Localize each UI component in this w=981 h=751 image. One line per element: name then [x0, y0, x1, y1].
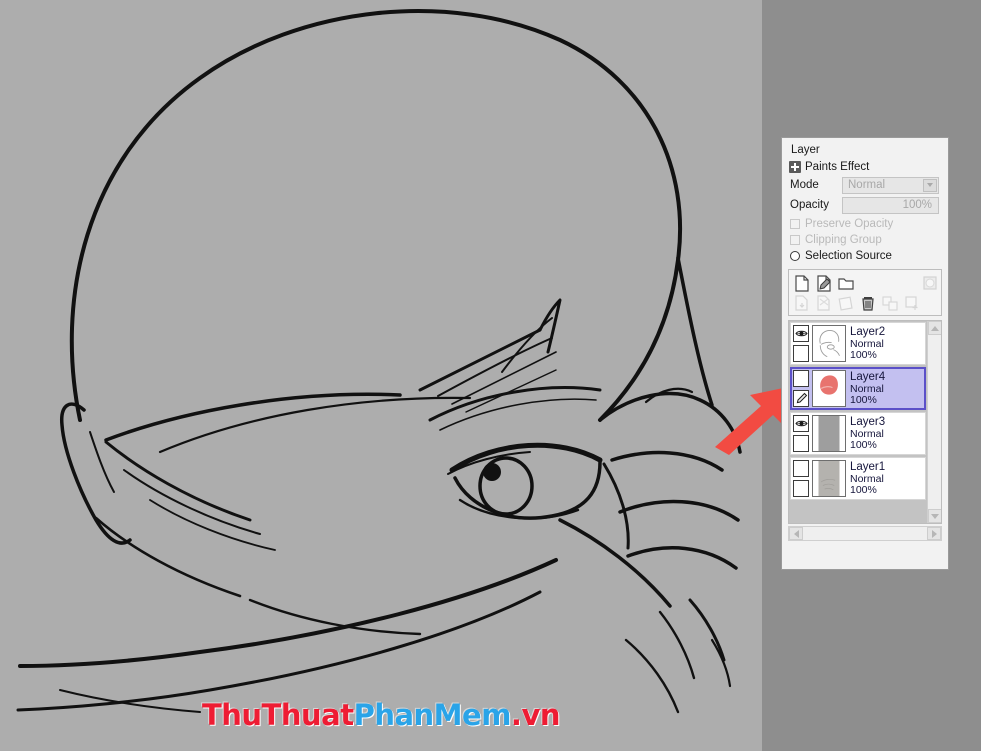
layer-panel: Layer Paints Effect Mode Normal Opacity …	[781, 137, 949, 570]
scroll-down-icon[interactable]	[928, 509, 941, 523]
new-linework-layer-icon[interactable]	[814, 274, 833, 293]
layer-name: Layer3	[850, 416, 886, 429]
preserve-opacity-row[interactable]: Preserve Opacity	[782, 216, 948, 232]
layer-opacity-value: 100%	[850, 439, 877, 452]
clipping-group-row[interactable]: Clipping Group	[782, 232, 948, 248]
opacity-slider[interactable]: 100%	[842, 196, 939, 214]
layer-toggle-column	[793, 325, 812, 362]
layer-opacity-value: 100%	[850, 394, 877, 407]
layer-name: Layer4	[850, 371, 886, 384]
layer-row[interactable]: Layer1 Normal 100%	[790, 457, 926, 500]
checkbox-icon[interactable]	[790, 235, 800, 245]
chevron-down-icon[interactable]	[923, 178, 937, 192]
new-layer-icon[interactable]	[792, 274, 811, 293]
duplicate-layer-icon	[792, 294, 811, 313]
visibility-toggle[interactable]	[793, 460, 809, 477]
layer-row[interactable]: Layer2 Normal 100%	[790, 322, 926, 365]
canvas-artwork	[0, 0, 762, 751]
layer-info: Layer1 Normal 100%	[850, 460, 923, 497]
edit-lock-toggle[interactable]	[793, 345, 809, 362]
layer-thumbnail	[812, 325, 846, 362]
layer-thumbnail	[812, 460, 846, 497]
delete-layer-icon[interactable]	[858, 294, 877, 313]
paints-effect-row[interactable]: Paints Effect	[782, 160, 948, 176]
layer-name: Layer1	[850, 461, 886, 474]
opacity-value: 100%	[902, 199, 932, 211]
layer-list[interactable]: Layer2 Normal 100% Layer4 Normal 100% La…	[788, 320, 942, 524]
layer-info: Layer3 Normal 100%	[850, 415, 923, 452]
opacity-label: Opacity	[790, 199, 829, 211]
scroll-up-icon[interactable]	[928, 321, 941, 335]
scroll-right-icon[interactable]	[927, 527, 941, 540]
layer-row[interactable]: Layer4 Normal 100%	[790, 367, 926, 410]
mode-label: Mode	[790, 179, 819, 191]
panel-title: Layer	[791, 144, 820, 156]
layer-thumbnail	[812, 415, 846, 452]
layer-toolbar	[788, 269, 942, 316]
add-mask-icon	[902, 294, 921, 313]
layer-thumbnail	[812, 370, 846, 407]
mode-value: Normal	[848, 179, 886, 191]
layer-list-horizontal-scrollbar[interactable]	[788, 526, 942, 541]
edit-lock-toggle[interactable]	[793, 480, 809, 497]
visibility-toggle[interactable]	[793, 370, 809, 387]
drawing-canvas[interactable]: ThuThuatPhanMem.vn	[0, 0, 762, 751]
selection-source-label: Selection Source	[805, 250, 892, 262]
layer-name: Layer2	[850, 326, 886, 339]
application-root: ThuThuatPhanMem.vn Layer Paints Effect M…	[0, 0, 981, 751]
pen-marker-icon[interactable]	[793, 390, 809, 407]
visibility-toggle[interactable]	[793, 325, 809, 342]
mode-row: Mode Normal	[782, 176, 948, 194]
merge-down-icon	[836, 294, 855, 313]
edit-lock-toggle[interactable]	[793, 435, 809, 452]
watermark: ThuThuatPhanMem.vn	[0, 698, 762, 732]
preserve-opacity-label: Preserve Opacity	[805, 218, 894, 230]
layer-toggle-column	[793, 415, 812, 452]
opacity-row: Opacity 100%	[782, 196, 948, 214]
watermark-part1: ThuThuat	[201, 698, 354, 732]
checkbox-icon[interactable]	[790, 219, 800, 229]
selection-source-row[interactable]: Selection Source	[782, 248, 948, 264]
merge-group-icon	[880, 294, 899, 313]
watermark-part2: PhanMem	[353, 698, 512, 732]
layer-toggle-column	[793, 370, 812, 407]
layer-rows-container: Layer2 Normal 100% Layer4 Normal 100% La…	[789, 321, 927, 523]
layer-opacity-value: 100%	[850, 349, 877, 362]
layer-mask-icon	[920, 274, 939, 293]
layer-toolbar-row-1	[792, 273, 939, 293]
new-folder-icon[interactable]	[836, 274, 855, 293]
layer-toolbar-row-2	[792, 293, 939, 313]
mode-select[interactable]: Normal	[842, 176, 939, 194]
clipping-group-label: Clipping Group	[805, 234, 882, 246]
layer-list-vertical-scrollbar[interactable]	[927, 321, 941, 523]
layer-info: Layer4 Normal 100%	[850, 370, 923, 407]
scroll-left-icon[interactable]	[789, 527, 803, 540]
layer-opacity-value: 100%	[850, 484, 877, 497]
watermark-part3: .vn	[510, 698, 561, 732]
layer-toggle-column	[793, 460, 812, 497]
paints-effect-label: Paints Effect	[805, 161, 870, 173]
plus-box-icon[interactable]	[789, 161, 801, 173]
layer-row[interactable]: Layer3 Normal 100%	[790, 412, 926, 455]
transfer-down-icon	[814, 294, 833, 313]
layer-info: Layer2 Normal 100%	[850, 325, 923, 362]
radio-icon[interactable]	[790, 251, 800, 261]
visibility-toggle[interactable]	[793, 415, 809, 432]
